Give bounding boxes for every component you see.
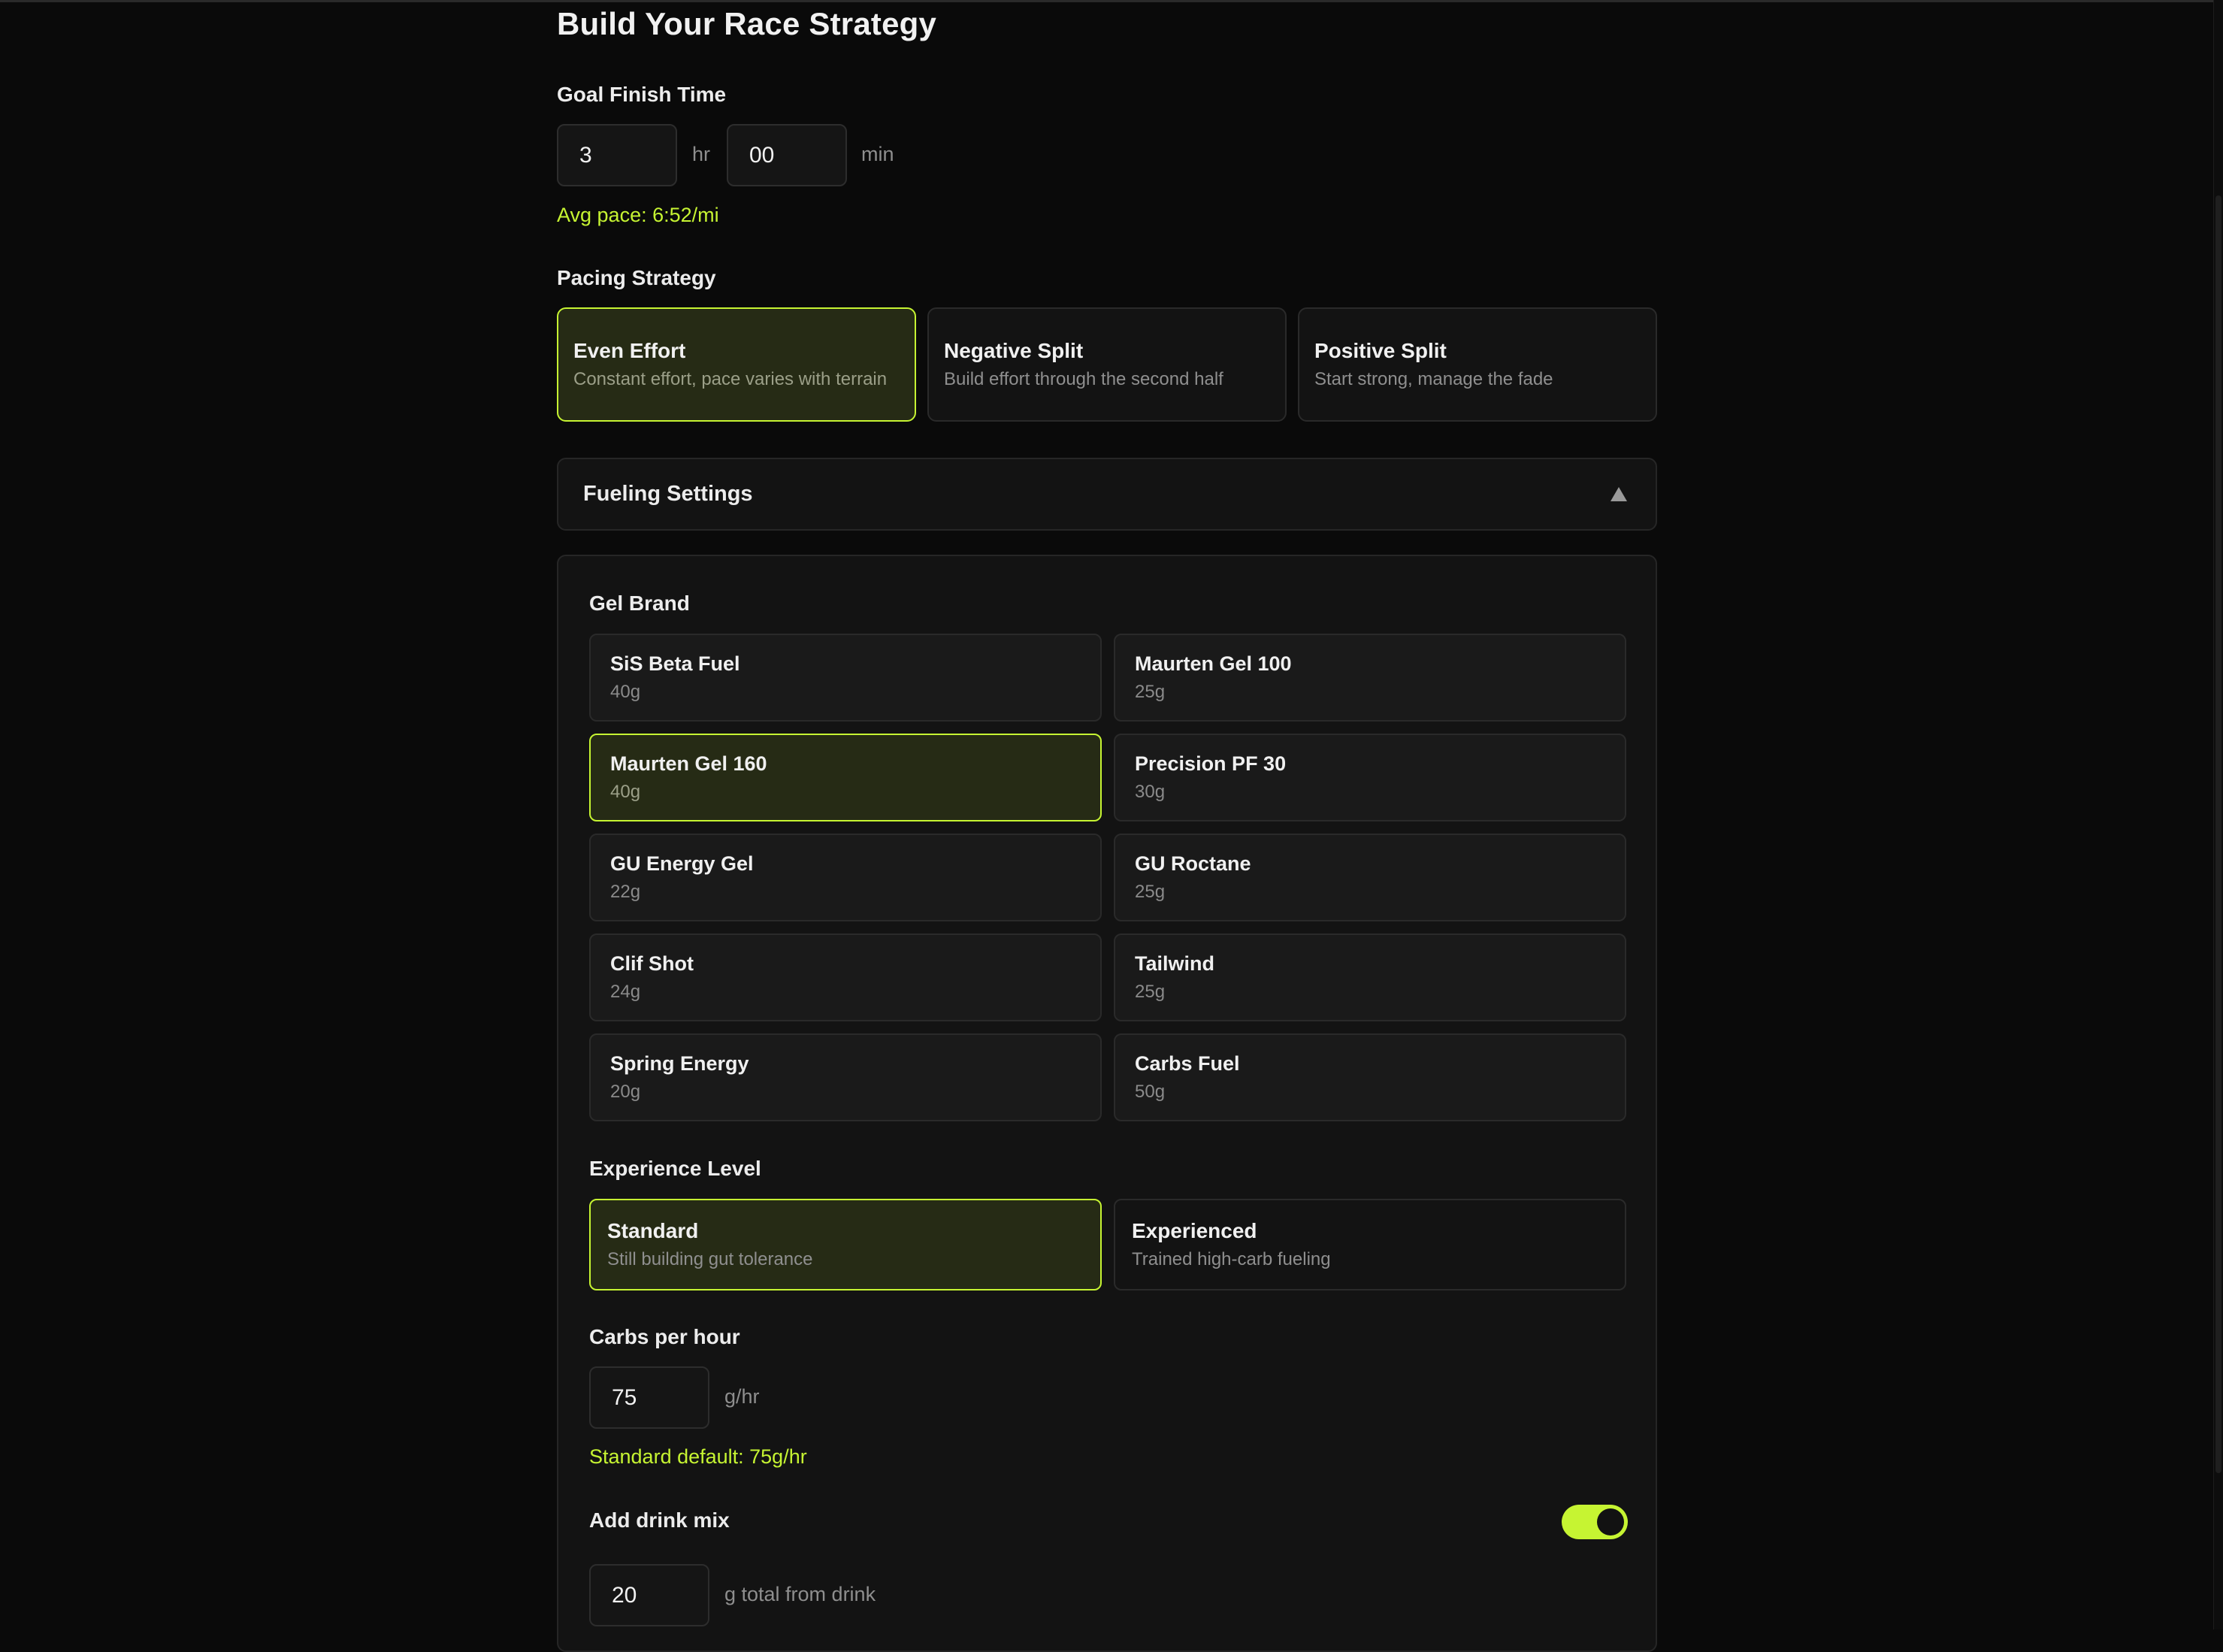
avg-pace-readout: Avg pace: 6:52/mi	[557, 204, 719, 226]
fueling-settings-header[interactable]: Fueling Settings	[557, 458, 1657, 531]
gel-weight: 30g	[1135, 782, 1166, 802]
goal-hours-input[interactable]	[557, 124, 677, 186]
gel-weight: 40g	[610, 782, 641, 802]
gel-option-tailwind[interactable]: Tailwind 25g	[1114, 933, 1626, 1021]
goal-minutes-input[interactable]	[727, 124, 847, 186]
gel-weight: 24g	[610, 982, 641, 1002]
pacing-option-title: Positive Split	[1314, 338, 1447, 362]
pacing-option-even-effort[interactable]: Even Effort Constant effort, pace varies…	[557, 307, 916, 422]
gel-weight: 50g	[1135, 1082, 1166, 1102]
gel-name: Maurten Gel 160	[610, 752, 767, 775]
gel-option-spring-energy[interactable]: Spring Energy 20g	[589, 1033, 1102, 1121]
gel-name: GU Roctane	[1135, 852, 1251, 875]
pacing-option-subtitle: Constant effort, pace varies with terrai…	[573, 368, 888, 389]
gel-name: Spring Energy	[610, 1052, 749, 1075]
gel-name: Clif Shot	[610, 952, 694, 975]
pacing-option-subtitle: Start strong, manage the fade	[1314, 368, 1553, 389]
drink-carbs-input[interactable]	[589, 1564, 709, 1626]
hours-unit: hr	[692, 143, 711, 165]
gel-brand-label: Gel Brand	[589, 592, 690, 615]
race-strategy-page: Build Your Race Strategy Goal Finish Tim…	[557, 0, 1657, 1652]
collapse-caret-icon[interactable]	[1611, 487, 1627, 501]
gel-weight: 40g	[610, 682, 641, 702]
gel-weight: 22g	[610, 882, 641, 902]
gel-weight: 25g	[1135, 682, 1166, 702]
experience-option-experienced[interactable]: Experienced Trained high-carb fueling	[1114, 1199, 1626, 1290]
goal-finish-time-label: Goal Finish Time	[557, 83, 727, 106]
gel-option-maurten-gel-100[interactable]: Maurten Gel 100 25g	[1114, 634, 1626, 722]
carbs-default-hint: Standard default: 75g/hr	[589, 1445, 807, 1468]
drink-mix-toggle[interactable]	[1562, 1505, 1628, 1539]
drink-unit: g total from drink	[724, 1583, 876, 1605]
carbs-unit: g/hr	[724, 1385, 760, 1408]
gel-option-maurten-gel-160[interactable]: Maurten Gel 160 40g	[589, 734, 1102, 821]
carbs-per-hour-input[interactable]	[589, 1366, 709, 1429]
experience-option-standard[interactable]: Standard Still building gut tolerance	[589, 1199, 1102, 1290]
minutes-unit: min	[861, 143, 894, 165]
gel-option-clif-shot[interactable]: Clif Shot 24g	[589, 933, 1102, 1021]
gel-name: Carbs Fuel	[1135, 1052, 1240, 1075]
gel-name: Tailwind	[1135, 952, 1214, 975]
gel-option-gu-roctane[interactable]: GU Roctane 25g	[1114, 834, 1626, 921]
carbs-per-hour-label: Carbs per hour	[589, 1325, 740, 1348]
experience-option-title: Experienced	[1132, 1218, 1257, 1242]
gel-option-precision-pf-30[interactable]: Precision PF 30 30g	[1114, 734, 1626, 821]
fueling-settings-panel: Gel Brand SiS Beta Fuel 40g Maurten Gel …	[557, 555, 1657, 1652]
pacing-option-positive-split[interactable]: Positive Split Start strong, manage the …	[1298, 307, 1657, 422]
gel-name: GU Energy Gel	[610, 852, 754, 875]
gel-weight: 20g	[610, 1082, 641, 1102]
toggle-knob	[1597, 1508, 1624, 1536]
pacing-strategy-label: Pacing Strategy	[557, 266, 716, 289]
scrollbar-thumb[interactable]	[2215, 195, 2221, 1473]
experience-option-subtitle: Still building gut tolerance	[607, 1248, 813, 1269]
page-scrollbar[interactable]	[2213, 0, 2223, 1629]
experience-option-title: Standard	[607, 1218, 699, 1242]
add-drink-mix-label: Add drink mix	[589, 1508, 730, 1532]
pacing-option-title: Negative Split	[944, 338, 1084, 362]
page-title: Build Your Race Strategy	[557, 6, 937, 41]
gel-option-gu-energy-gel[interactable]: GU Energy Gel 22g	[589, 834, 1102, 921]
gel-weight: 25g	[1135, 882, 1166, 902]
gel-name: Maurten Gel 100	[1135, 652, 1292, 675]
gel-option-carbs-fuel[interactable]: Carbs Fuel 50g	[1114, 1033, 1626, 1121]
experience-option-subtitle: Trained high-carb fueling	[1132, 1248, 1331, 1269]
pacing-option-title: Even Effort	[573, 338, 686, 362]
pacing-option-subtitle: Build effort through the second half	[944, 368, 1223, 389]
gel-option-sis-beta-fuel[interactable]: SiS Beta Fuel 40g	[589, 634, 1102, 722]
pacing-option-negative-split[interactable]: Negative Split Build effort through the …	[927, 307, 1287, 422]
gel-name: Precision PF 30	[1135, 752, 1287, 775]
experience-level-label: Experience Level	[589, 1157, 761, 1180]
fueling-settings-title: Fueling Settings	[583, 482, 753, 506]
gel-weight: 25g	[1135, 982, 1166, 1002]
gel-name: SiS Beta Fuel	[610, 652, 740, 675]
